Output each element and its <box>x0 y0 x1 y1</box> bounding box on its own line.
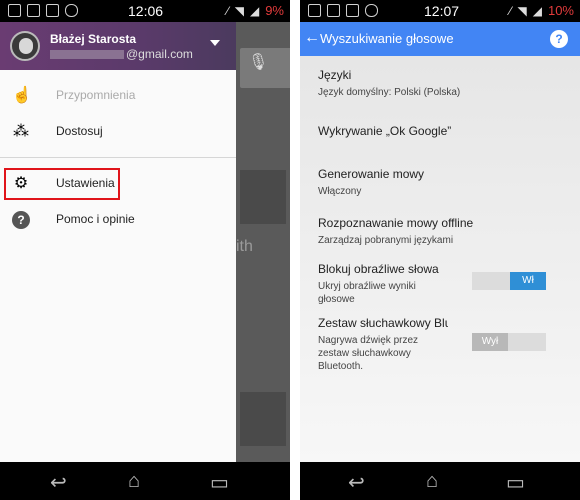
wifi-icon: ◥ <box>517 3 527 18</box>
recents-nav-icon[interactable]: ▭ <box>210 470 229 495</box>
home-nav-icon[interactable]: ⌂ <box>426 470 438 493</box>
back-arrow-icon[interactable]: ← <box>304 29 320 47</box>
bag-notification-icon <box>27 4 40 17</box>
chevron-down-icon[interactable] <box>210 40 220 46</box>
wifi-icon: ◥ <box>234 3 244 18</box>
navigation-bar: ↩ ⌂ ▭ <box>300 462 580 500</box>
battery-percent: 10% <box>547 3 574 18</box>
menu-item-help[interactable]: ? Pomoc i opinie <box>0 202 236 238</box>
background-card <box>240 392 286 446</box>
image-notification-icon <box>308 4 321 17</box>
right-screen: 12:07 ⁄ ◥ ◢ 10% ← Wyszukiwanie głosowe ?… <box>300 0 580 500</box>
help-icon[interactable]: ? <box>550 30 568 48</box>
divider <box>0 157 236 158</box>
image-notification-icon <box>8 4 21 17</box>
toggle-on-label: Wł <box>510 272 546 290</box>
setting-languages[interactable]: Języki Język domyślny: Polski (Polska) <box>318 68 568 99</box>
settings-list: Języki Język domyślny: Polski (Polska) W… <box>300 56 580 462</box>
status-time: 12:07 <box>424 3 460 19</box>
account-name: Błażej Starosta <box>50 32 137 46</box>
background-text: ith <box>236 238 253 255</box>
navigation-bar: ↩ ⌂ ▭ <box>0 462 290 500</box>
back-nav-icon[interactable]: ↩ <box>50 470 67 495</box>
toggle-off-label: Wył <box>472 333 508 351</box>
signal-off-icon: ⁄ <box>509 3 512 18</box>
back-nav-icon[interactable]: ↩ <box>348 470 365 495</box>
recents-nav-icon[interactable]: ▭ <box>506 470 525 495</box>
setting-ok-google[interactable]: Wykrywanie „Ok Google” <box>318 124 568 138</box>
mic-icon: 🎙 <box>248 54 269 71</box>
cell-signal-icon: ◢ <box>249 3 260 18</box>
cyanogen-icon <box>365 4 378 17</box>
check-notification-icon <box>46 4 59 17</box>
setting-offline-recognition[interactable]: Rozpoznawanie mowy offline Zarządzaj pob… <box>318 216 568 247</box>
setting-speech-output[interactable]: Generowanie mowy Włączony <box>318 167 568 198</box>
action-bar: ← Wyszukiwanie głosowe ? <box>300 22 580 56</box>
home-nav-icon[interactable]: ⌂ <box>128 470 140 493</box>
block-offensive-toggle[interactable]: Wł <box>472 272 546 290</box>
signal-off-icon: ⁄ <box>226 3 229 18</box>
navigation-drawer: Błażej Starosta @gmail.com ☝ Przypomnien… <box>0 22 236 462</box>
account-header[interactable]: Błażej Starosta @gmail.com <box>0 22 236 70</box>
menu-item-customize[interactable]: ⁂ Dostosuj <box>0 114 236 150</box>
magic-wand-icon: ⁂ <box>13 123 29 140</box>
menu-item-reminders[interactable]: ☝ Przypomnienia <box>0 78 236 114</box>
account-email: @gmail.com <box>50 47 193 61</box>
cyanogen-icon <box>65 4 78 17</box>
bag-notification-icon <box>327 4 340 17</box>
battery-percent: 9% <box>265 3 284 18</box>
highlight-annotation <box>4 168 120 200</box>
background-card <box>240 170 286 224</box>
status-bar: 12:06 ⁄ ◥ ◢ 9% <box>0 0 290 22</box>
background-app: 🎙 ith <box>236 22 290 462</box>
bluetooth-headset-toggle[interactable]: Wył <box>472 333 546 351</box>
status-bar: 12:07 ⁄ ◥ ◢ 10% <box>300 0 580 22</box>
avatar <box>10 31 40 61</box>
cell-signal-icon: ◢ <box>532 3 542 18</box>
hand-icon: ☝ <box>12 87 32 104</box>
page-title: Wyszukiwanie głosowe <box>320 31 454 46</box>
left-screen: 12:06 ⁄ ◥ ◢ 9% 🎙 ith Błażej Starosta @gm… <box>0 0 290 500</box>
status-time: 12:06 <box>128 3 164 19</box>
check-notification-icon <box>346 4 359 17</box>
help-icon: ? <box>12 211 30 229</box>
